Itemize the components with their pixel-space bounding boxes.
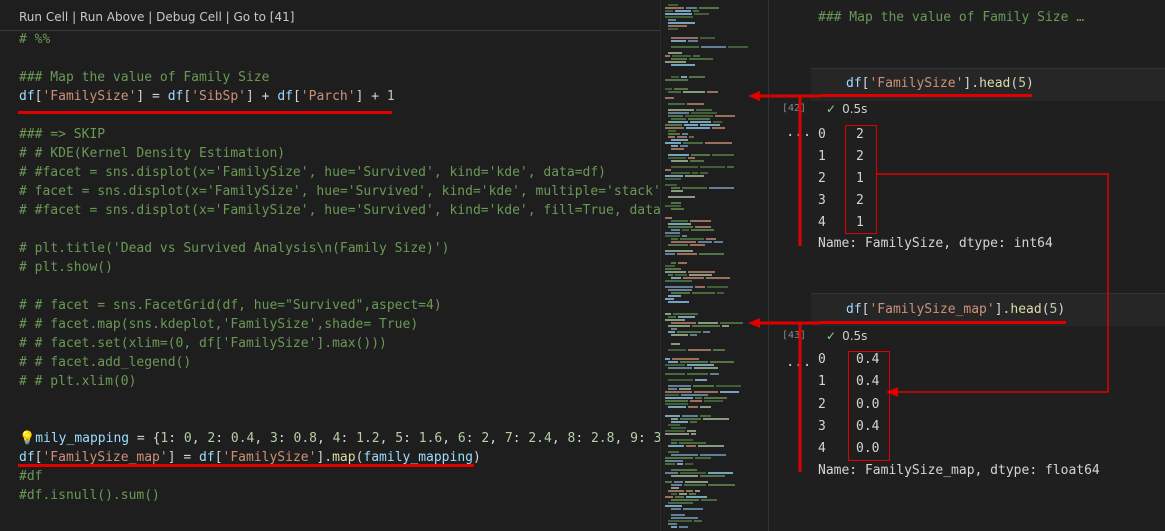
values-highlight-box-1	[845, 125, 877, 234]
arrow-head-1	[748, 91, 760, 101]
arrow-head-2	[748, 318, 760, 328]
values-highlight-box-2	[848, 351, 890, 461]
values-connector-line	[877, 173, 1109, 393]
annotation-arrows	[748, 91, 1109, 472]
